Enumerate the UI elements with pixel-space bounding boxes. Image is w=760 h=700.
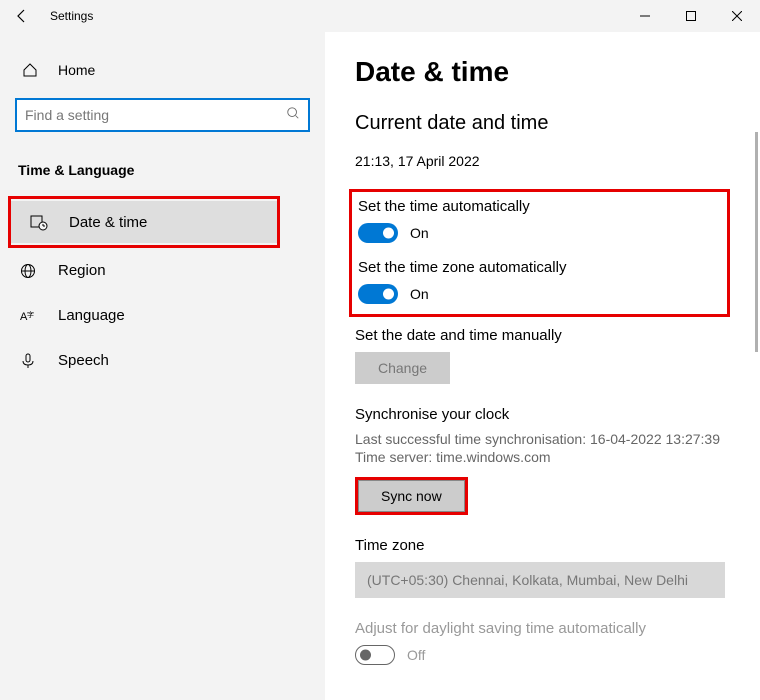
- sidebar-item-label: Date & time: [69, 214, 147, 231]
- main-content: Date & time Current date and time 21:13,…: [325, 32, 760, 700]
- dst-toggle: [355, 645, 395, 665]
- manual-label: Set the date and time manually: [355, 327, 730, 344]
- auto-time-toggle[interactable]: [358, 223, 398, 243]
- sync-title: Synchronise your clock: [355, 406, 730, 423]
- svg-text:字: 字: [27, 310, 34, 319]
- calendar-clock-icon: [29, 213, 49, 231]
- page-title: Date & time: [355, 56, 730, 88]
- sidebar-item-region[interactable]: Region: [0, 250, 325, 291]
- close-button[interactable]: [714, 0, 760, 32]
- auto-tz-label: Set the time zone automatically: [358, 259, 717, 276]
- language-icon: A字: [18, 308, 38, 324]
- maximize-button[interactable]: [668, 0, 714, 32]
- sidebar-item-label: Speech: [58, 352, 109, 369]
- back-button[interactable]: [0, 0, 44, 32]
- close-icon: [732, 11, 742, 21]
- sidebar-item-label: Region: [58, 262, 106, 279]
- search-input[interactable]: [25, 107, 286, 123]
- titlebar: Settings: [0, 0, 760, 32]
- sidebar-item-language[interactable]: A字 Language: [0, 295, 325, 336]
- auto-tz-state: On: [410, 286, 429, 302]
- home-button[interactable]: Home: [0, 52, 325, 88]
- change-button: Change: [355, 352, 450, 384]
- auto-time-label: Set the time automatically: [358, 198, 717, 215]
- microphone-icon: [18, 353, 38, 369]
- sidebar: Home Time & Language Date & time Region: [0, 32, 325, 700]
- window-title: Settings: [50, 9, 93, 23]
- sync-last: Last successful time synchronisation: 16…: [355, 431, 730, 447]
- auto-tz-toggle[interactable]: [358, 284, 398, 304]
- window-controls: [622, 0, 760, 32]
- highlight-sync-button: Sync now: [355, 477, 468, 515]
- sync-server: Time server: time.windows.com: [355, 449, 730, 465]
- section-label: Time & Language: [0, 152, 325, 196]
- dst-label: Adjust for daylight saving time automati…: [355, 620, 730, 637]
- auto-time-state: On: [410, 225, 429, 241]
- globe-icon: [18, 263, 38, 279]
- sync-now-button[interactable]: Sync now: [358, 480, 465, 512]
- maximize-icon: [686, 11, 696, 21]
- minimize-icon: [640, 11, 650, 21]
- sidebar-item-speech[interactable]: Speech: [0, 340, 325, 381]
- sidebar-item-label: Language: [58, 307, 125, 324]
- tz-title: Time zone: [355, 537, 730, 554]
- home-icon: [20, 62, 40, 78]
- home-label: Home: [58, 62, 95, 78]
- subtitle: Current date and time: [355, 112, 730, 135]
- timezone-select: (UTC+05:30) Chennai, Kolkata, Mumbai, Ne…: [355, 562, 725, 598]
- arrow-left-icon: [14, 8, 30, 24]
- current-datetime: 21:13, 17 April 2022: [355, 153, 730, 169]
- highlight-date-time: Date & time: [8, 196, 280, 248]
- search-icon: [286, 106, 300, 125]
- search-box[interactable]: [15, 98, 310, 132]
- sidebar-item-date-time[interactable]: Date & time: [11, 201, 277, 243]
- highlight-auto-toggles: Set the time automatically On Set the ti…: [349, 189, 730, 317]
- scrollbar[interactable]: [755, 132, 758, 352]
- dst-state: Off: [407, 647, 425, 663]
- minimize-button[interactable]: [622, 0, 668, 32]
